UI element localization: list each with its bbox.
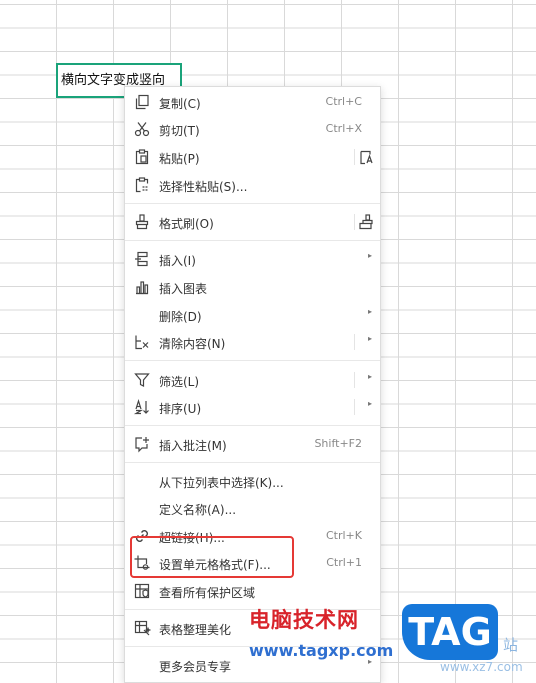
menu-divider bbox=[125, 360, 380, 361]
watermark-url-secondary: www.xz7.com bbox=[440, 660, 523, 674]
menu-item-label: 筛选(L) bbox=[159, 375, 200, 389]
paste-special-icon bbox=[133, 176, 151, 194]
menu-item-label: 表格整理美化 bbox=[159, 623, 232, 637]
submenu-arrow-icon: ▸ bbox=[367, 307, 372, 316]
sort-icon bbox=[133, 398, 151, 416]
shield-icon bbox=[133, 582, 151, 600]
annotation-highlight-box bbox=[130, 536, 294, 578]
menu-item-insert-comment[interactable]: 插入批注(M) Shift+F2 bbox=[125, 431, 380, 457]
shortcut-label: Ctrl+C bbox=[325, 95, 362, 108]
format-painter-icon bbox=[133, 213, 151, 231]
shortcut-label: Ctrl+1 bbox=[326, 556, 362, 569]
menu-divider bbox=[125, 203, 380, 204]
menu-item-label: 粘贴(P) bbox=[159, 152, 200, 166]
menu-divider bbox=[125, 425, 380, 426]
context-menu: 复制(C) Ctrl+C 剪切(T) Ctrl+X 粘贴(P) 选择性粘贴(S)… bbox=[124, 86, 381, 683]
menu-item-label: 插入(I) bbox=[159, 254, 196, 268]
menu-item-label: 选择性粘贴(S)... bbox=[159, 180, 248, 194]
watermark-brand: 电脑技术网 bbox=[249, 608, 359, 632]
copy-icon bbox=[133, 93, 151, 111]
beautify-icon bbox=[133, 619, 151, 637]
menu-item-label: 从下拉列表中选择(K)... bbox=[159, 476, 284, 490]
menu-item-paste-special[interactable]: 选择性粘贴(S)... bbox=[125, 172, 380, 198]
menu-item-sort[interactable]: 排序(U) ▸ bbox=[125, 394, 380, 420]
submenu-arrow-icon: ▸ bbox=[367, 251, 372, 260]
menu-item-paste[interactable]: 粘贴(P) bbox=[125, 144, 380, 170]
menu-item-label: 更多会员专享 bbox=[159, 660, 232, 674]
menu-item-label: 清除内容(N) bbox=[159, 337, 226, 351]
menu-item-delete[interactable]: 删除(D) ▸ bbox=[125, 302, 380, 328]
submenu-arrow-icon: ▸ bbox=[367, 372, 372, 381]
menu-item-insert[interactable]: 插入(I) ▸ bbox=[125, 246, 380, 272]
submenu-arrow-icon: ▸ bbox=[367, 399, 372, 408]
watermark-url: www.tagxp.com bbox=[249, 641, 394, 660]
menu-item-label: 格式刷(O) bbox=[159, 217, 214, 231]
shortcut-label: Ctrl+K bbox=[325, 529, 362, 542]
menu-item-label: 插入图表 bbox=[159, 282, 208, 296]
menu-item-label: 复制(C) bbox=[159, 97, 201, 111]
menu-item-cut[interactable]: 剪切(T) Ctrl+X bbox=[125, 116, 380, 142]
shortcut-label: Shift+F2 bbox=[314, 437, 362, 450]
menu-divider bbox=[125, 462, 380, 463]
menu-item-format-painter[interactable]: 格式刷(O) bbox=[125, 209, 380, 235]
menu-item-clear-contents[interactable]: 清除内容(N) ▸ bbox=[125, 329, 380, 355]
menu-item-insert-chart[interactable]: 插入图表 bbox=[125, 274, 380, 300]
watermark-site: 站 bbox=[503, 636, 519, 654]
menu-divider bbox=[125, 240, 380, 241]
scissors-icon bbox=[133, 120, 151, 138]
filter-icon bbox=[133, 371, 151, 389]
menu-item-label: 排序(U) bbox=[159, 402, 202, 416]
menu-item-copy[interactable]: 复制(C) Ctrl+C bbox=[125, 89, 380, 115]
menu-item-filter[interactable]: 筛选(L) ▸ bbox=[125, 367, 380, 393]
comment-icon bbox=[133, 435, 151, 453]
shortcut-label: Ctrl+X bbox=[325, 122, 362, 135]
menu-item-label: 插入批注(M) bbox=[159, 439, 227, 453]
menu-item-protected-areas[interactable]: 查看所有保护区域 bbox=[125, 578, 380, 604]
menu-item-pick-from-list[interactable]: 从下拉列表中选择(K)... bbox=[125, 468, 380, 494]
menu-item-label: 定义名称(A)... bbox=[159, 503, 237, 517]
format-painter-alt-icon[interactable] bbox=[357, 213, 375, 231]
tag-logo: TAG bbox=[402, 604, 498, 660]
paste-icon bbox=[133, 148, 151, 166]
menu-item-label: 剪切(T) bbox=[159, 124, 200, 138]
insert-icon bbox=[133, 250, 151, 268]
paste-text-only-icon[interactable] bbox=[357, 148, 375, 166]
menu-item-label: 查看所有保护区域 bbox=[159, 586, 256, 600]
clear-icon bbox=[133, 333, 151, 351]
chart-icon bbox=[133, 278, 151, 296]
menu-item-label: 删除(D) bbox=[159, 310, 202, 324]
menu-item-define-name[interactable]: 定义名称(A)... bbox=[125, 495, 380, 521]
submenu-arrow-icon: ▸ bbox=[367, 334, 372, 343]
